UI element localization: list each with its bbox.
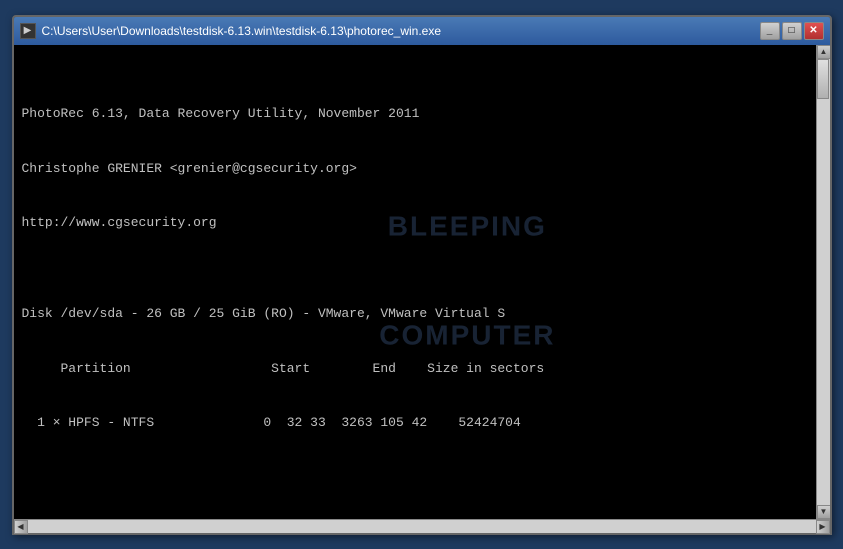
horizontal-scrollbar: ◀ ▶	[14, 519, 830, 533]
minimize-button[interactable]: _	[760, 22, 780, 40]
console-line-3: http://www.cgsecurity.org	[22, 214, 808, 232]
scroll-right-button[interactable]: ▶	[816, 520, 830, 534]
scroll-thumb[interactable]	[817, 59, 829, 99]
title-bar: ▶ C:\Users\User\Downloads\testdisk-6.13.…	[14, 17, 830, 45]
maximize-button[interactable]: □	[782, 22, 802, 40]
scroll-track[interactable]	[817, 59, 830, 505]
window-body: BLEEPING COMPUTER PhotoRec 6.13, Data Re…	[14, 45, 830, 519]
console-output: BLEEPING COMPUTER PhotoRec 6.13, Data Re…	[14, 45, 816, 519]
console-line-7: 1 × HPFS - NTFS 0 32 33 3263 105 42 5242…	[22, 414, 808, 432]
vertical-scrollbar: ▲ ▼	[816, 45, 830, 519]
console-line-6: Partition Start End Size in sectors	[22, 360, 808, 378]
console-line-8	[22, 469, 808, 487]
window-icon: ▶	[20, 23, 36, 39]
title-bar-text: C:\Users\User\Downloads\testdisk-6.13.wi…	[42, 24, 760, 38]
main-window: ▶ C:\Users\User\Downloads\testdisk-6.13.…	[12, 15, 832, 535]
console-line-2: Christophe GRENIER <grenier@cgsecurity.o…	[22, 160, 808, 178]
scroll-left-button[interactable]: ◀	[14, 520, 28, 534]
horizontal-scroll-track[interactable]	[28, 520, 816, 533]
close-button[interactable]: ✕	[804, 22, 824, 40]
watermark: BLEEPING COMPUTER	[379, 136, 555, 427]
window-controls: _ □ ✕	[760, 22, 824, 40]
scroll-down-button[interactable]: ▼	[817, 505, 830, 519]
console-line-1: PhotoRec 6.13, Data Recovery Utility, No…	[22, 105, 808, 123]
console-line-5: Disk /dev/sda - 26 GB / 25 GiB (RO) - VM…	[22, 305, 808, 323]
scroll-up-button[interactable]: ▲	[817, 45, 830, 59]
